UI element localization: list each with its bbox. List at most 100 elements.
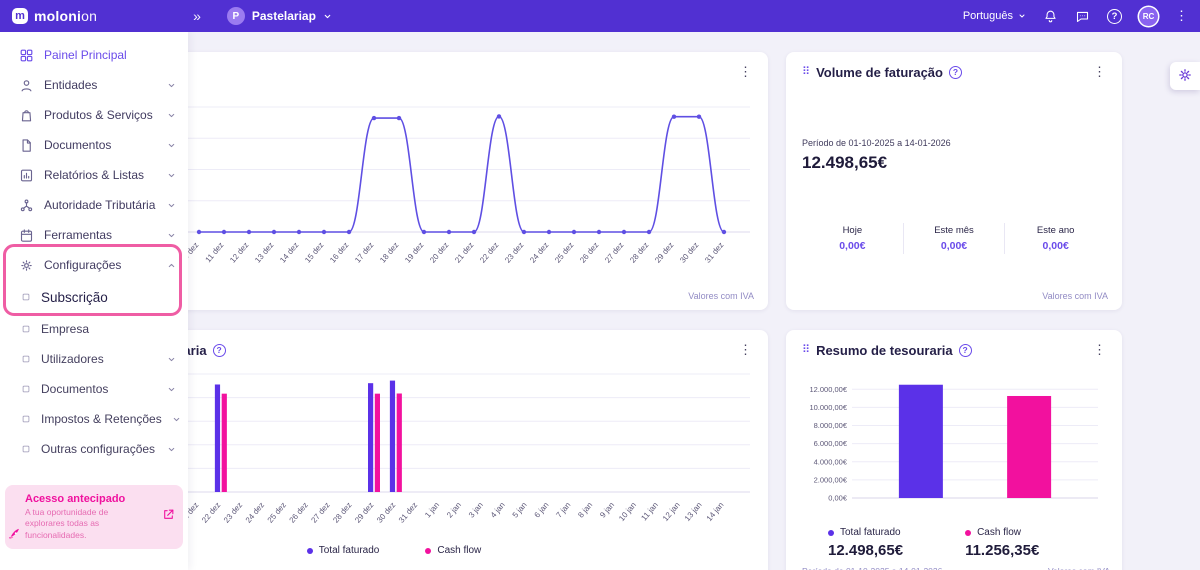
card-kebab-menu-icon[interactable]: ⋮	[735, 64, 756, 80]
svg-text:26 dez: 26 dez	[288, 501, 310, 525]
sidebar-item-ferramentas[interactable]: Ferramentas	[0, 220, 188, 250]
chevron-down-icon	[167, 231, 176, 240]
svg-text:13 dez: 13 dez	[253, 241, 275, 265]
chevron-down-icon	[167, 445, 176, 454]
chevron-down-icon	[167, 201, 176, 210]
svg-text:12 dez: 12 dez	[228, 241, 250, 265]
brand-logo[interactable]: m molonion	[12, 8, 97, 24]
svg-text:6 jan: 6 jan	[532, 501, 550, 520]
stat-este-mes: Este mês 0,00€	[903, 223, 1005, 254]
help-icon[interactable]: ?	[949, 66, 962, 79]
svg-text:9 jan: 9 jan	[598, 501, 616, 520]
help-icon[interactable]: ?	[213, 344, 226, 357]
notifications-bell-icon[interactable]	[1043, 9, 1058, 24]
chevron-down-icon	[167, 141, 176, 150]
svg-text:3 jan: 3 jan	[467, 501, 485, 520]
sidebar-item-utilizadores[interactable]: Utilizadores	[0, 344, 188, 374]
svg-text:31 dez: 31 dez	[397, 501, 419, 525]
legend-dot-icon	[828, 530, 834, 536]
chevron-down-icon	[1018, 12, 1026, 20]
svg-text:8 jan: 8 jan	[576, 501, 594, 520]
legend-total-faturado: Total faturado 12.498,65€	[828, 527, 903, 559]
card-kebab-menu-icon[interactable]: ⋮	[1089, 342, 1110, 358]
svg-text:17 dez: 17 dez	[353, 241, 375, 265]
drag-handle-icon[interactable]: ⠿	[802, 345, 810, 356]
svg-text:12.000,00€: 12.000,00€	[809, 385, 847, 394]
svg-text:27 dez: 27 dez	[603, 241, 625, 265]
help-icon[interactable]: ?	[1107, 9, 1122, 24]
vat-footnote: Valores com IVA	[688, 291, 754, 301]
svg-text:13 jan: 13 jan	[683, 501, 704, 523]
sidebar-item-relatorios-listas[interactable]: Relatórios & Listas	[0, 160, 188, 190]
card-bottom-row: Período de 01-10-2025 a 14-01-2026 Valor…	[786, 566, 1122, 570]
svg-text:14 jan: 14 jan	[705, 501, 726, 523]
app-root: m molonion » P Pastelariap Português ? R…	[0, 0, 1200, 570]
svg-text:20 dez: 20 dez	[428, 241, 450, 265]
svg-text:16 dez: 16 dez	[328, 241, 350, 265]
svg-text:6.000,00€: 6.000,00€	[814, 439, 848, 448]
sidebar-item-produtos-servicos[interactable]: Produtos & Serviços	[0, 100, 188, 130]
sidebar-item-documentos-config[interactable]: Documentos	[0, 374, 188, 404]
card-kebab-menu-icon[interactable]: ⋮	[1089, 64, 1110, 80]
moloni-logo-icon: m	[12, 8, 28, 24]
chevron-down-icon	[167, 385, 176, 394]
svg-text:30 dez: 30 dez	[375, 501, 397, 525]
sidebar-item-documentos[interactable]: Documentos	[0, 130, 188, 160]
legend-dot-icon	[425, 548, 431, 554]
sidebar-item-painel-principal[interactable]: Painel Principal	[0, 40, 188, 70]
svg-text:2.000,00€: 2.000,00€	[814, 475, 848, 484]
square-bullet-icon	[20, 414, 31, 425]
svg-text:25 dez: 25 dez	[266, 501, 288, 525]
report-icon	[18, 167, 34, 183]
sidebar-item-subscricao[interactable]: Subscrição	[0, 280, 188, 314]
svg-text:23 dez: 23 dez	[222, 501, 244, 525]
svg-text:31 dez: 31 dez	[703, 241, 725, 265]
legend-cash-flow: Cash flow 11.256,35€	[965, 527, 1039, 559]
help-icon[interactable]: ?	[959, 344, 972, 357]
svg-text:0,00€: 0,00€	[828, 494, 848, 503]
sidebar-collapse-button[interactable]: »	[193, 8, 201, 24]
sidebar: Painel PrincipalEntidadesProdutos & Serv…	[0, 32, 188, 570]
period-label: Período de 01-10-2025 a 14-01-2026	[802, 138, 1106, 148]
person-icon	[18, 77, 34, 93]
svg-text:10.000,00€: 10.000,00€	[809, 403, 847, 412]
svg-text:25 dez: 25 dez	[553, 241, 575, 265]
document-icon	[18, 137, 34, 153]
floating-settings-button[interactable]	[1170, 62, 1200, 90]
square-bullet-icon	[20, 444, 31, 455]
sidebar-item-autoridade-tributaria[interactable]: Autoridade Tributária	[0, 190, 188, 220]
topbar-kebab-menu-icon[interactable]: ⋮	[1175, 8, 1188, 24]
card-title: Volume de faturação	[816, 65, 943, 80]
sidebar-item-entidades[interactable]: Entidades	[0, 70, 188, 100]
svg-text:29 dez: 29 dez	[353, 501, 375, 525]
user-avatar[interactable]: RC	[1139, 7, 1158, 26]
language-selector[interactable]: Português	[963, 10, 1026, 22]
chevron-down-icon	[323, 12, 332, 21]
sidebar-item-outras-configuracoes[interactable]: Outras configurações	[0, 434, 188, 464]
sidebar-item-configuracoes[interactable]: Configurações	[0, 250, 188, 280]
square-bullet-icon	[20, 354, 31, 365]
svg-text:11 jan: 11 jan	[639, 501, 660, 523]
svg-text:1 jan: 1 jan	[423, 501, 441, 520]
card-kebab-menu-icon[interactable]: ⋮	[735, 342, 756, 358]
svg-text:23 dez: 23 dez	[503, 241, 525, 265]
period-label: Período de 01-10-2025 a 14-01-2026	[802, 566, 942, 570]
company-selector[interactable]: P Pastelariap	[227, 7, 332, 25]
svg-text:4 jan: 4 jan	[489, 501, 507, 520]
svg-text:8.000,00€: 8.000,00€	[814, 421, 848, 430]
square-bullet-icon	[20, 324, 31, 335]
chat-icon[interactable]	[1075, 9, 1090, 24]
sidebar-item-empresa[interactable]: Empresa	[0, 314, 188, 344]
svg-text:4.000,00€: 4.000,00€	[814, 457, 848, 466]
legend-dot-icon	[965, 530, 971, 536]
authority-icon	[18, 197, 34, 213]
sidebar-item-impostos-retencoes[interactable]: Impostos & Retenções	[0, 404, 188, 434]
sidebar-nav: Painel PrincipalEntidadesProdutos & Serv…	[0, 32, 188, 464]
drag-handle-icon[interactable]: ⠿	[802, 67, 810, 78]
svg-text:28 dez: 28 dez	[628, 241, 650, 265]
early-access-promo[interactable]: Acesso antecipado A tua oportunidade de …	[5, 485, 183, 549]
svg-text:18 dez: 18 dez	[378, 241, 400, 265]
svg-text:22 dez: 22 dez	[478, 241, 500, 265]
rocket-icon	[7, 527, 22, 547]
products-icon	[18, 107, 34, 123]
